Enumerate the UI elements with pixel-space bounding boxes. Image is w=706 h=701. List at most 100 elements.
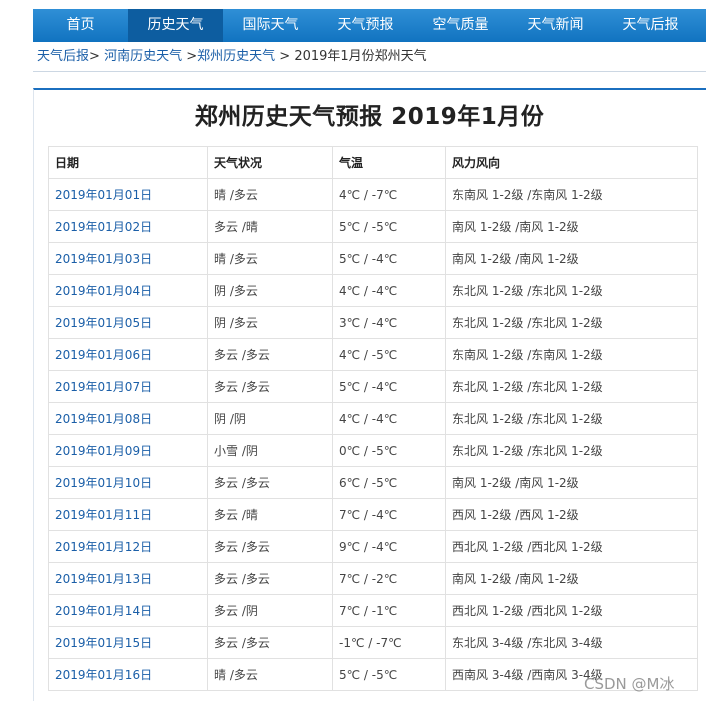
cell-condition: 阴 /多云 xyxy=(207,274,333,307)
cell-date: 2019年01月09日 xyxy=(48,434,208,467)
cell-temperature: 4℃ / -7℃ xyxy=(332,178,446,211)
date-link[interactable]: 2019年01月04日 xyxy=(55,284,152,298)
breadcrumb-link-report[interactable]: 天气后报 xyxy=(37,49,89,64)
date-link[interactable]: 2019年01月08日 xyxy=(55,412,152,426)
table-row: 2019年01月12日 多云 /多云 9℃ / -4℃ 西北风 1-2级 /西北风 1… xyxy=(48,530,698,563)
cell-date: 2019年01月11日 xyxy=(48,498,208,531)
date-link[interactable]: 2019年01月01日 xyxy=(55,188,152,202)
date-link[interactable]: 2019年01月16日 xyxy=(55,668,152,682)
table-body: 2019年01月01日晴 /多云 4℃ / -7℃ 东南风 1-2级 /东南风 1-… xyxy=(48,178,698,691)
divider xyxy=(33,71,706,72)
cell-temperature: 7℃ / -1℃ xyxy=(332,594,446,627)
cell-wind: 南风 1-2级 /南风 1-2级 xyxy=(445,466,698,499)
cell-date: 2019年01月01日 xyxy=(48,178,208,211)
date-link[interactable]: 2019年01月07日 xyxy=(55,380,152,394)
date-link[interactable]: 2019年01月09日 xyxy=(55,444,152,458)
cell-condition: 多云 /晴 xyxy=(207,498,333,531)
cell-wind: 南风 1-2级 /南风 1-2级 xyxy=(445,242,698,275)
cell-temperature: 7℃ / -2℃ xyxy=(332,562,446,595)
date-link[interactable]: 2019年01月11日 xyxy=(55,508,152,522)
cell-condition: 晴 /多云 xyxy=(207,242,333,275)
cell-temperature: 0℃ / -5℃ xyxy=(332,434,446,467)
cell-condition: 多云 /晴 xyxy=(207,210,333,243)
date-link[interactable]: 2019年01月02日 xyxy=(55,220,152,234)
cell-temperature: -1℃ / -7℃ xyxy=(332,626,446,659)
cell-temperature: 6℃ / -5℃ xyxy=(332,466,446,499)
cell-wind: 东北风 1-2级 /东北风 1-2级 xyxy=(445,434,698,467)
table-row: 2019年01月03日 晴 /多云 5℃ / -4℃ 南风 1-2级 /南风 1-2级 xyxy=(48,242,698,275)
nav-forecast[interactable]: 天气预报 xyxy=(318,9,413,42)
table-row: 2019年01月11日 多云 /晴 7℃ / -4℃ 西风 1-2级 /西风 1-2级 xyxy=(48,498,698,531)
cell-wind: 东北风 1-2级 /东北风 1-2级 xyxy=(445,370,698,403)
cell-condition: 晴 /多云 xyxy=(207,178,333,211)
table-row: 2019年01月13日 多云 /多云 7℃ / -2℃ 南风 1-2级 /南风 1-2… xyxy=(48,562,698,595)
breadcrumb-link-zhengzhou[interactable]: 郑州历史天气 xyxy=(197,49,275,64)
header-wind: 风力风向 xyxy=(445,146,698,179)
cell-temperature: 4℃ / -5℃ xyxy=(332,338,446,371)
cell-temperature: 9℃ / -4℃ xyxy=(332,530,446,563)
cell-wind: 南风 1-2级 /南风 1-2级 xyxy=(445,562,698,595)
header-date: 日期 xyxy=(48,146,208,179)
cell-date: 2019年01月06日 xyxy=(48,338,208,371)
date-link[interactable]: 2019年01月10日 xyxy=(55,476,152,490)
breadcrumb-link-henan[interactable]: 河南历史天气 xyxy=(104,49,182,64)
cell-wind: 东南风 1-2级 /东南风 1-2级 xyxy=(445,338,698,371)
cell-date: 2019年01月02日 xyxy=(48,210,208,243)
header-condition: 天气状况 xyxy=(207,146,333,179)
breadcrumb-current: 2019年1月份郑州天气 xyxy=(294,49,427,64)
nav-home[interactable]: 首页 xyxy=(33,9,128,42)
cell-wind: 东北风 1-2级 /东北风 1-2级 xyxy=(445,306,698,339)
cell-temperature: 5℃ / -4℃ xyxy=(332,242,446,275)
cell-condition: 多云 /多云 xyxy=(207,562,333,595)
watermark: CSDN @M冰 xyxy=(584,675,675,693)
cell-temperature: 5℃ / -4℃ xyxy=(332,370,446,403)
header-temperature: 气温 xyxy=(332,146,446,179)
nav-weather-news[interactable]: 天气新闻 xyxy=(508,9,603,42)
table-row: 2019年01月10日 多云 /多云 6℃ / -5℃ 南风 1-2级 /南风 1-2… xyxy=(48,466,698,499)
nav-international-weather[interactable]: 国际天气 xyxy=(223,9,318,42)
cell-date: 2019年01月07日 xyxy=(48,370,208,403)
date-link[interactable]: 2019年01月03日 xyxy=(55,252,152,266)
nav-history-weather[interactable]: 历史天气 xyxy=(128,9,223,42)
cell-temperature: 5℃ / -5℃ xyxy=(332,210,446,243)
date-link[interactable]: 2019年01月13日 xyxy=(55,572,152,586)
cell-condition: 多云 /多云 xyxy=(207,626,333,659)
cell-date: 2019年01月16日 xyxy=(48,658,208,691)
breadcrumb-separator: > xyxy=(89,49,100,64)
cell-condition: 多云 /阴 xyxy=(207,594,333,627)
cell-date: 2019年01月05日 xyxy=(48,306,208,339)
page-title: 郑州历史天气预报 2019年1月份 xyxy=(194,104,545,130)
cell-condition: 晴 /多云 xyxy=(207,658,333,691)
cell-condition: 多云 /多云 xyxy=(207,338,333,371)
cell-temperature: 4℃ / -4℃ xyxy=(332,402,446,435)
cell-temperature: 5℃ / -5℃ xyxy=(332,658,446,691)
breadcrumb-separator: > xyxy=(279,49,291,64)
cell-date: 2019年01月12日 xyxy=(48,530,208,563)
cell-wind: 东北风 1-2级 /东北风 1-2级 xyxy=(445,274,698,307)
cell-temperature: 4℃ / -4℃ xyxy=(332,274,446,307)
cell-wind: 南风 1-2级 /南风 1-2级 xyxy=(445,210,698,243)
cell-condition: 阴 /阴 xyxy=(207,402,333,435)
table-row: 2019年01月02日 多云 /晴 5℃ / -5℃ 南风 1-2级 /南风 1-2级 xyxy=(48,210,698,243)
table-row: 2019年01月04日 阴 /多云 4℃ / -4℃ 东北风 1-2级 /东北风 1-… xyxy=(48,274,698,307)
breadcrumb-separator: > xyxy=(186,49,198,64)
date-link[interactable]: 2019年01月15日 xyxy=(55,636,152,650)
cell-condition: 小雪 /阴 xyxy=(207,434,333,467)
date-link[interactable]: 2019年01月06日 xyxy=(55,348,152,362)
cell-wind: 东南风 1-2级 /东南风 1-2级 xyxy=(445,178,698,211)
table-row: 2019年01月07日 多云 /多云 5℃ / -4℃ 东北风 1-2级 /东北风 1… xyxy=(48,370,698,403)
nav-weather-report[interactable]: 天气后报 xyxy=(603,9,698,42)
top-nav: 首页 历史天气 国际天气 天气预报 空气质量 天气新闻 天气后报 xyxy=(33,9,706,42)
cell-temperature: 3℃ / -4℃ xyxy=(332,306,446,339)
date-link[interactable]: 2019年01月14日 xyxy=(55,604,152,618)
cell-condition: 阴 /多云 xyxy=(207,306,333,339)
cell-wind: 东北风 1-2级 /东北风 1-2级 xyxy=(445,402,698,435)
cell-wind: 西北风 1-2级 /西北风 1-2级 xyxy=(445,530,698,563)
cell-wind: 西北风 1-2级 /西北风 1-2级 xyxy=(445,594,698,627)
cell-date: 2019年01月04日 xyxy=(48,274,208,307)
date-link[interactable]: 2019年01月12日 xyxy=(55,540,152,554)
nav-air-quality[interactable]: 空气质量 xyxy=(413,9,508,42)
cell-temperature: 7℃ / -4℃ xyxy=(332,498,446,531)
cell-date: 2019年01月08日 xyxy=(48,402,208,435)
date-link[interactable]: 2019年01月05日 xyxy=(55,316,152,330)
